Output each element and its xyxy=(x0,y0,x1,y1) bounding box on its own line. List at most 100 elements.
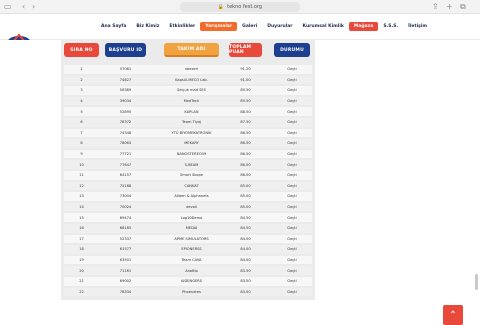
cell-team-name: Team CAVA xyxy=(181,258,202,263)
cell-application-id: 77721 xyxy=(119,152,132,157)
cell-team-name: APME SIMULATORS xyxy=(174,236,209,241)
cell-rank: 20 xyxy=(79,268,84,273)
table-row: 21 69002 AIDENGERS 83.50 Geçti xyxy=(64,277,312,286)
cell-total-score: 91.20 xyxy=(240,67,251,72)
cell-total-score: 89.50 xyxy=(240,88,251,93)
cell-rank: 19 xyxy=(79,258,84,263)
cell-total-score: 83.00 xyxy=(240,289,251,294)
new-tab-icon[interactable]: + xyxy=(446,2,453,11)
nav-store[interactable]: Mağaza xyxy=(348,22,379,31)
cell-application-id: 75188 xyxy=(119,183,132,188)
table-row: 3 56389 Selçuk mad SES 89.50 Geçti xyxy=(64,86,312,95)
cell-application-id: 78334 xyxy=(119,289,132,294)
cell-application-id: 70024 xyxy=(119,205,132,210)
cell-application-id: 39034 xyxy=(119,99,132,104)
cell-total-score: 84.50 xyxy=(240,226,251,231)
table-row: 7 74348 YTÜ BİYOMEKATRONİK 86.50 Geçti xyxy=(64,128,312,138)
back-icon[interactable]: ‹ xyxy=(22,2,25,11)
table-row: 14 70024 devoli 85.00 Geçti xyxy=(64,202,312,212)
table-row: 19 63501 Team CAVA 84.00 Geçti xyxy=(64,255,312,265)
table-row: 6 78372 Team Tiyaj 87.50 Geçti xyxy=(64,118,312,127)
browser-toolbar: ▭ ‹ › 🔒 tekno fest.org ⇪ + ⧉ xyxy=(0,0,480,14)
table-row: 1 57081 xbezeri 91.20 Geçti xyxy=(64,65,312,74)
cell-application-id: 69002 xyxy=(119,279,132,284)
sidebar-icon[interactable]: ▭ xyxy=(4,2,12,11)
table-row: 2 74627 Kapsül-MECO Lab. 91.00 Geçti xyxy=(64,75,312,85)
cell-total-score: 85.00 xyxy=(240,183,251,188)
cell-rank: 9 xyxy=(80,152,83,157)
cell-total-score: 84.50 xyxy=(240,215,251,220)
cell-total-score: 86.50 xyxy=(240,130,251,135)
cell-total-score: 86.00 xyxy=(240,152,251,157)
cell-total-score: 86.00 xyxy=(240,173,251,178)
table-row: 5 52895 KAPLAN 88.50 Geçti xyxy=(64,107,312,116)
table-row: 20 71161 AnoBio 83.50 Geçti xyxy=(64,266,312,275)
nav-about[interactable]: Biz Kimiz xyxy=(131,22,164,31)
tabs-icon[interactable]: ⧉ xyxy=(460,2,466,11)
nav-gallery[interactable]: Galeri xyxy=(237,22,262,31)
cell-team-name: KAPLAN xyxy=(184,109,199,114)
table-row: 8 78063 MEKARY 86.50 Geçti xyxy=(64,139,312,148)
cell-rank: 7 xyxy=(80,130,83,135)
cell-team-name: Smart Skope xyxy=(180,173,203,178)
cell-total-score: 84.00 xyxy=(240,247,251,252)
cell-rank: 15 xyxy=(79,215,84,220)
cell-status: Geçti xyxy=(287,247,297,252)
cell-status: Geçti xyxy=(287,183,297,188)
cell-rank: 16 xyxy=(79,226,84,231)
scroll-to-top-button[interactable]: ⌃ xyxy=(443,305,463,325)
cell-application-id: 71161 xyxy=(119,268,132,273)
cell-status: Geçti xyxy=(287,120,297,125)
nav-home[interactable]: Ana Sayfa xyxy=(96,22,131,31)
cell-status: Geçti xyxy=(287,236,297,241)
forward-icon[interactable]: › xyxy=(32,2,35,11)
cell-total-score: 86.00 xyxy=(240,162,251,167)
cell-status: Geçti xyxy=(287,109,297,114)
cell-team-name: Kapsül-MECO Lab. xyxy=(175,77,208,82)
nav-announcements[interactable]: Duyurular xyxy=(262,22,297,31)
cell-application-id: 61577 xyxy=(119,247,132,252)
header-team-name: TAKIM ADI xyxy=(164,43,219,57)
address-bar[interactable]: 🔒 tekno fest.org xyxy=(180,2,300,12)
cell-team-name: xbezeri xyxy=(184,67,199,72)
cell-rank: 11 xyxy=(79,173,84,178)
cell-rank: 5 xyxy=(80,109,83,114)
cell-status: Geçti xyxy=(287,279,297,284)
nav-corporate[interactable]: Kurumsal Kimlik xyxy=(298,22,349,31)
cell-application-id: 77647 xyxy=(119,162,132,167)
cell-team-name: S-BEAM xyxy=(184,162,199,167)
cell-team-name: NANOSTEREO59 xyxy=(176,152,207,157)
cell-status: Geçti xyxy=(287,194,297,199)
cell-team-name: MedTech xyxy=(183,99,200,104)
cell-status: Geçti xyxy=(287,67,297,72)
table-row: 13 73004 Aliden & Alphanets 85.00 Geçti xyxy=(64,192,312,201)
table-row: 9 77721 NANOSTEREO59 86.00 Geçti xyxy=(64,149,312,159)
cell-total-score: 83.50 xyxy=(240,279,251,284)
cell-status: Geçti xyxy=(287,258,297,263)
cell-rank: 17 xyxy=(79,236,84,241)
nav-contact[interactable]: İletişim xyxy=(403,22,432,31)
share-icon[interactable]: ⇪ xyxy=(432,2,439,11)
nav-faq[interactable]: S.S.S. xyxy=(378,22,403,31)
cell-application-id: 73004 xyxy=(119,194,132,199)
cell-application-id: 74348 xyxy=(119,130,132,135)
cell-team-name: AnoBio xyxy=(185,268,198,273)
cell-application-id: 52895 xyxy=(119,109,132,114)
table-row: 4 39034 MedTech 89.50 Geçti xyxy=(64,96,312,106)
cell-team-name: YTÜ BİYOMEKATRONİK xyxy=(171,130,212,135)
cell-application-id: 64157 xyxy=(119,173,132,178)
table-row: 12 75188 CANKAT 85.00 Geçti xyxy=(64,181,312,191)
table-row: 22 78334 Phoenates 83.00 Geçti xyxy=(64,287,312,297)
table-row: 16 68185 MEDAI 84.50 Geçti xyxy=(64,224,312,233)
page-scrollbar[interactable] xyxy=(475,274,478,290)
cell-team-name: Phoenates xyxy=(182,289,201,294)
nav-competitions[interactable]: Yarışmalar xyxy=(200,22,238,31)
results-table: SIRA NO BAŞVURU ID TAKIM ADI TOPLAM PUAN… xyxy=(61,40,315,300)
table-row: 18 61577 EPIONERSS 84.00 Geçti xyxy=(64,245,312,254)
cell-application-id: 68185 xyxy=(119,226,132,231)
cell-team-name: Selçuk mad SES xyxy=(177,88,206,93)
nav-events[interactable]: Etkinlikler xyxy=(164,22,200,31)
header-rank: SIRA NO xyxy=(64,43,99,57)
cell-application-id: 52337 xyxy=(119,236,132,241)
cell-rank: 13 xyxy=(79,194,84,199)
